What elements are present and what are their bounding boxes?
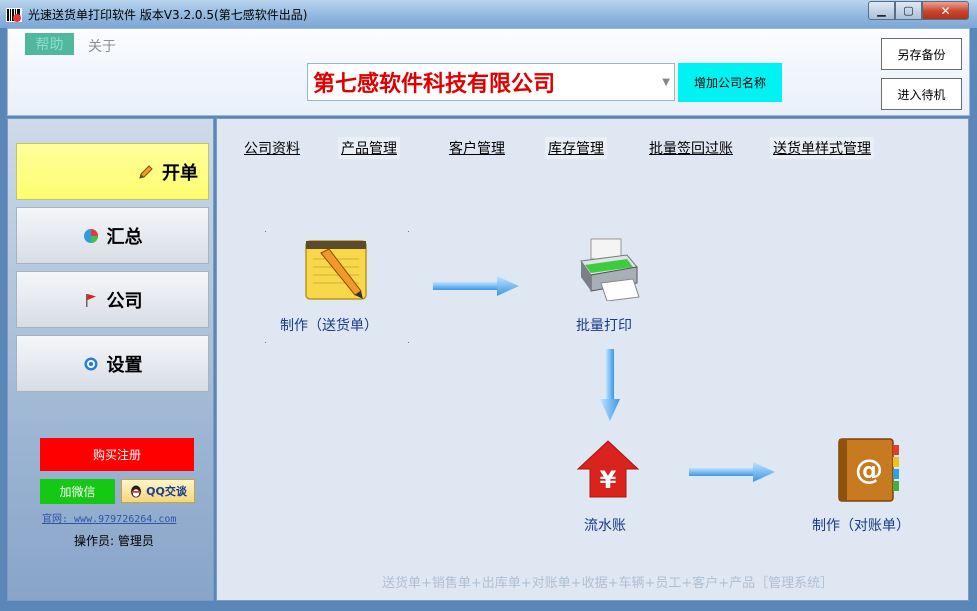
sidebar-item-label: 公司 <box>106 290 143 312</box>
arrow-right-icon <box>689 462 775 482</box>
arrow-right-icon <box>433 276 519 296</box>
footer-slogan: 送货单+销售单+出库单+对账单+收据+车辆+员工+客户+产品［管理系统］ <box>382 576 834 591</box>
svg-text:¥: ¥ <box>600 466 617 494</box>
make-statement-label[interactable]: 制作（对账单） <box>812 515 910 535</box>
sidebar-item-company[interactable]: 公司 <box>16 271 209 328</box>
chevron-down-icon[interactable]: ▼ <box>662 77 670 88</box>
pie-chart-icon <box>83 228 98 243</box>
company-select-value: 第七感软件科技有限公司 <box>313 72 556 97</box>
title-bar: 光速送货单打印软件 版本V3.2.0.5(第七感软件出品) ▁ ▢ ✕ <box>0 0 977 28</box>
focus-dot <box>408 342 409 343</box>
tab-product-management[interactable]: 产品管理 <box>338 137 400 159</box>
svg-text:@: @ <box>855 453 883 486</box>
main-panel: 公司资料 产品管理 客户管理 库存管理 批量签回过账 送货单样式管理 制作（送货… <box>216 118 969 601</box>
menu-about[interactable]: 关于 <box>88 36 116 56</box>
maximize-button[interactable]: ▢ <box>895 1 922 20</box>
tab-inventory-management[interactable]: 库存管理 <box>545 137 607 159</box>
sidebar-item-label: 开单 <box>162 162 198 184</box>
sidebar-item-settings[interactable]: 设置 <box>16 335 209 392</box>
ledger-yuan-icon[interactable]: ¥ <box>576 439 640 499</box>
sidebar: 开单 汇总 公司 设置 购买注册 加微信 QQ交谈 官网: www.979726… <box>7 118 214 601</box>
tab-delivery-style-management[interactable]: 送货单样式管理 <box>770 137 874 159</box>
buy-register-button[interactable]: 购买注册 <box>40 438 194 471</box>
notepad-pencil-icon[interactable] <box>303 237 369 301</box>
tab-batch-signback[interactable]: 批量签回过账 <box>646 137 736 159</box>
company-select[interactable]: 第七感软件科技有限公司 ▼ <box>307 63 675 101</box>
pencil-icon <box>139 164 153 179</box>
qq-chat-label: QQ交谈 <box>146 485 187 498</box>
website-link[interactable]: 官网: www.979726264.com <box>42 510 176 525</box>
focus-dot <box>265 342 266 343</box>
focus-dot <box>265 231 266 232</box>
top-panel: 帮助 关于 第七感软件科技有限公司 ▼ 增加公司名称 另存备份 进入待机 <box>7 28 970 116</box>
sidebar-item-label: 设置 <box>106 354 143 376</box>
batch-print-label[interactable]: 批量打印 <box>576 315 632 335</box>
window-controls: ▁ ▢ ✕ <box>868 1 969 20</box>
save-backup-button[interactable]: 另存备份 <box>881 38 962 70</box>
close-button[interactable]: ✕ <box>922 1 969 20</box>
sidebar-item-summary[interactable]: 汇总 <box>16 207 209 264</box>
gear-icon <box>84 357 97 370</box>
operator-label: 操作员: 管理员 <box>74 534 154 548</box>
window-title: 光速送货单打印软件 版本V3.2.0.5(第七感软件出品) <box>28 8 308 22</box>
menu-help[interactable]: 帮助 <box>25 33 74 55</box>
tab-company-info[interactable]: 公司资料 <box>241 137 303 159</box>
qq-chat-button[interactable]: QQ交谈 <box>121 479 195 503</box>
standby-button[interactable]: 进入待机 <box>881 78 962 110</box>
ledger-label[interactable]: 流水账 <box>584 515 626 535</box>
tab-customer-management[interactable]: 客户管理 <box>446 137 508 159</box>
arrow-down-icon <box>600 349 620 421</box>
flag-icon <box>85 293 96 307</box>
printer-icon[interactable] <box>577 237 641 301</box>
focus-dot <box>408 231 409 232</box>
address-book-icon[interactable]: @ <box>835 437 901 503</box>
qq-penguin-icon <box>131 485 142 498</box>
sidebar-item-label: 汇总 <box>106 226 143 248</box>
minimize-button[interactable]: ▁ <box>868 1 895 20</box>
app-icon <box>6 8 22 22</box>
add-company-button[interactable]: 增加公司名称 <box>678 63 782 102</box>
make-delivery-label[interactable]: 制作（送货单） <box>280 315 378 335</box>
sidebar-item-order[interactable]: 开单 <box>16 143 209 200</box>
wechat-button[interactable]: 加微信 <box>40 479 115 504</box>
